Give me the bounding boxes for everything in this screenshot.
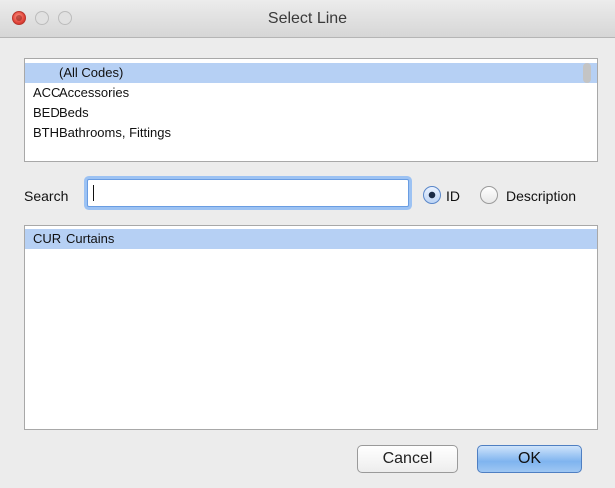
id-radio-label[interactable]: ID [446, 188, 460, 204]
results-list-row[interactable]: CUR Curtains [25, 229, 597, 249]
description-radio-button[interactable] [480, 186, 498, 204]
description-radio-label[interactable]: Description [506, 188, 576, 204]
text-caret [93, 185, 94, 201]
code-cell: ACC [33, 85, 61, 100]
id-radio-button[interactable] [423, 186, 441, 204]
window-title: Select Line [267, 10, 348, 27]
description-cell: Curtains [66, 231, 115, 246]
description-cell: (All Codes) [59, 65, 124, 80]
code-cell: BED [33, 105, 60, 120]
code-list-row[interactable]: BED Beds [25, 103, 597, 123]
search-input[interactable] [87, 179, 409, 207]
results-list[interactable]: CUR Curtains [24, 225, 598, 430]
code-list-row[interactable]: (All Codes) [25, 63, 597, 83]
code-cell: CUR [33, 231, 62, 246]
ok-button[interactable]: OK [477, 445, 582, 473]
code-list[interactable]: (All Codes) ACC Accessories BED Beds BTH… [24, 58, 598, 162]
description-cell: Bathrooms, Fittings [59, 125, 171, 140]
code-list-scrollbar[interactable] [583, 63, 591, 83]
cancel-button[interactable]: Cancel [357, 445, 458, 473]
code-cell: BTH [33, 125, 59, 140]
search-label: Search [24, 188, 69, 204]
description-cell: Accessories [59, 85, 130, 100]
title-bar: Select Line [0, 0, 615, 38]
code-list-row[interactable]: BTH Bathrooms, Fittings [25, 123, 597, 143]
code-list-row[interactable]: ACC Accessories [25, 83, 597, 103]
description-cell: Beds [59, 105, 89, 120]
